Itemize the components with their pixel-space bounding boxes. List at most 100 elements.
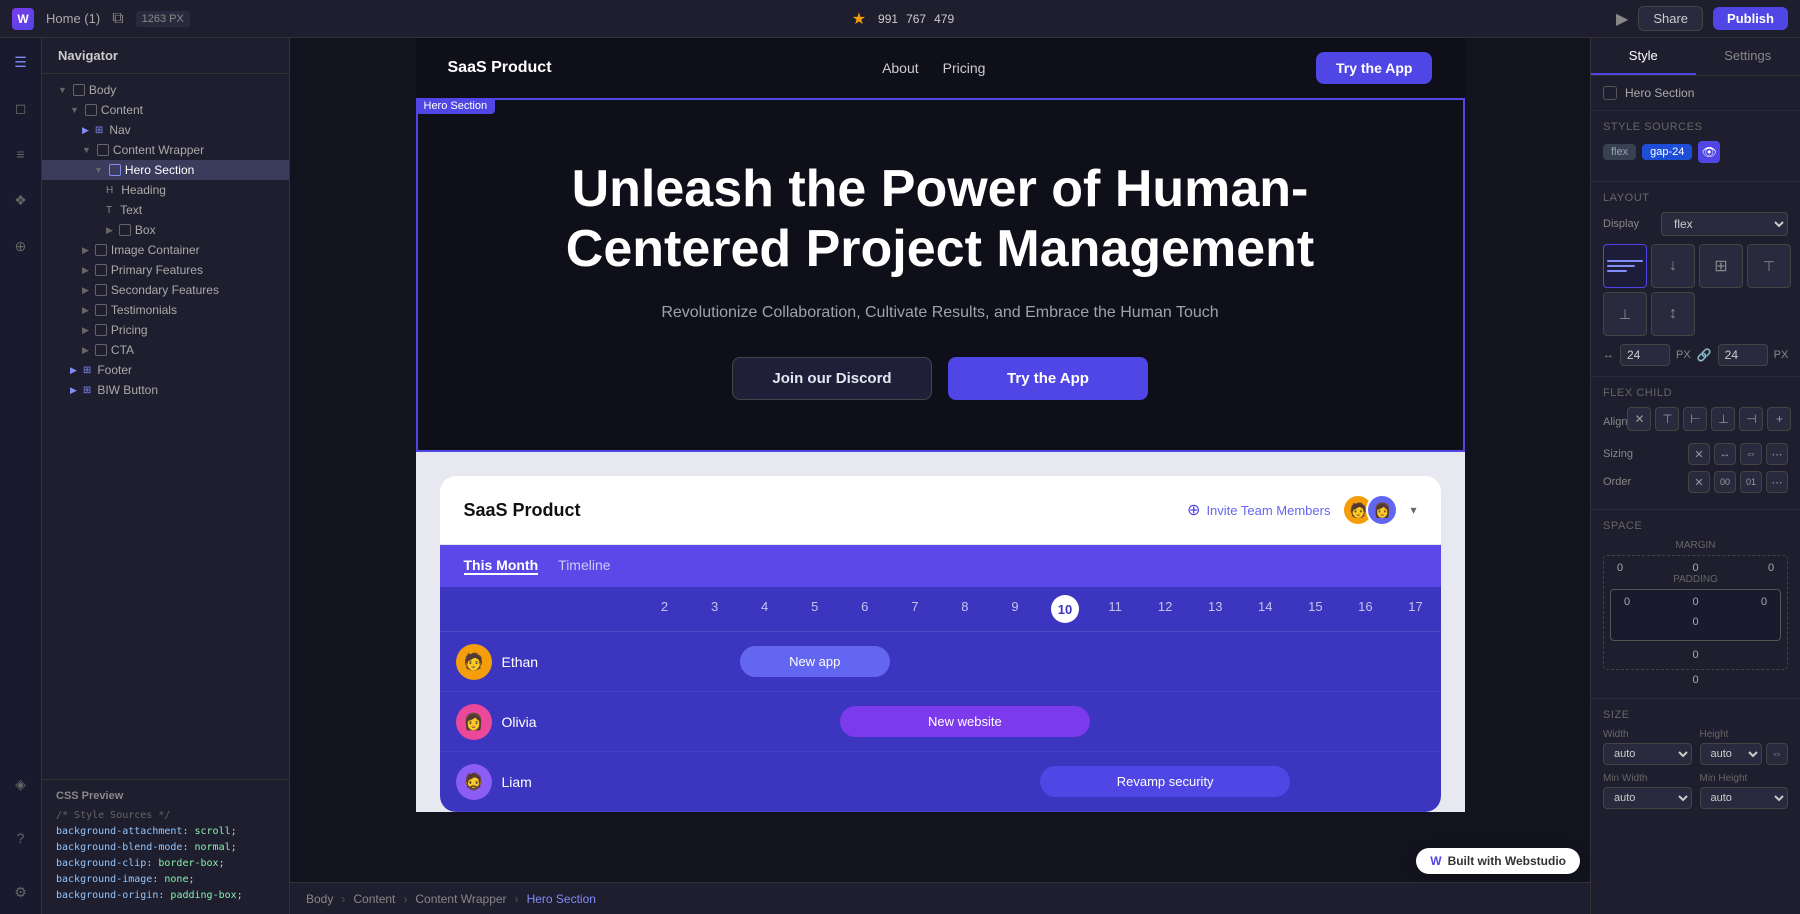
expand-icon[interactable]: ⇔ bbox=[1766, 743, 1788, 765]
flex-align-end[interactable]: ↕ bbox=[1651, 292, 1695, 336]
nav-cta-button[interactable]: Try the App bbox=[1316, 52, 1433, 84]
gap-x-input[interactable] bbox=[1620, 344, 1670, 366]
assets-icon[interactable]: ❖ bbox=[7, 186, 35, 214]
community-icon[interactable]: ◈ bbox=[7, 770, 35, 798]
tree-secondary-features[interactable]: ▶ Secondary Features bbox=[42, 280, 289, 300]
eye-button[interactable]: 👁 bbox=[1698, 141, 1720, 163]
pad-left-val[interactable]: 0 bbox=[1617, 596, 1637, 608]
height-select[interactable]: auto bbox=[1700, 743, 1763, 765]
flex-wrap[interactable]: ⊞ bbox=[1699, 244, 1743, 288]
tree-testimonials[interactable]: ▶ Testimonials bbox=[42, 300, 289, 320]
task-revamp-security[interactable]: Revamp security bbox=[1040, 766, 1290, 797]
components-icon[interactable]: ◻ bbox=[7, 94, 35, 122]
publish-button[interactable]: Publish bbox=[1713, 7, 1788, 30]
nav-link-about[interactable]: About bbox=[882, 60, 919, 76]
order-1-btn[interactable]: 00 bbox=[1714, 471, 1736, 493]
min-width-label: Min Width bbox=[1603, 773, 1692, 784]
help-icon[interactable]: ? bbox=[7, 824, 35, 852]
date-13: 13 bbox=[1190, 595, 1240, 623]
plugins-icon[interactable]: ⊕ bbox=[7, 232, 35, 260]
align-end-btn[interactable]: ⊥ bbox=[1711, 407, 1735, 431]
pad-right-val[interactable]: 0 bbox=[1754, 596, 1774, 608]
breadcrumb-body[interactable]: Body bbox=[306, 892, 333, 906]
link-icon[interactable]: 🔗 bbox=[1697, 348, 1712, 362]
nav-link-pricing[interactable]: Pricing bbox=[943, 60, 986, 76]
margin-bottom-val[interactable]: 0 bbox=[1692, 649, 1698, 661]
tree-pricing[interactable]: ▶ Pricing bbox=[42, 320, 289, 340]
tab-timeline[interactable]: Timeline bbox=[558, 557, 610, 575]
margin-outer-val[interactable]: 0 bbox=[1692, 674, 1698, 686]
min-width-select[interactable]: auto bbox=[1603, 787, 1692, 809]
flex-tag[interactable]: flex bbox=[1603, 144, 1636, 160]
display-select[interactable]: flex bbox=[1661, 212, 1788, 236]
flex-row-start[interactable] bbox=[1603, 244, 1647, 288]
min-height-select[interactable]: auto bbox=[1700, 787, 1789, 809]
tree-content-wrapper[interactable]: ▼ Content Wrapper bbox=[42, 140, 289, 160]
task-bar-new-app[interactable]: New app bbox=[740, 646, 890, 677]
tree-footer[interactable]: ▶ ⊞ Footer bbox=[42, 360, 289, 380]
pad-top-val[interactable]: 0 bbox=[1686, 596, 1706, 608]
tree-biw-button[interactable]: ▶ ⊞ BIW Button bbox=[42, 380, 289, 400]
tree-nav[interactable]: ▶ ⊞ Nav bbox=[42, 120, 289, 140]
tree-body[interactable]: ▼ Body bbox=[42, 80, 289, 100]
flex-col-align-start[interactable]: ⊤ bbox=[1747, 244, 1791, 288]
tree-body-label: Body bbox=[89, 83, 116, 97]
align-center-btn[interactable]: ⊢ bbox=[1683, 407, 1707, 431]
task-bar-new-website[interactable]: New website bbox=[840, 706, 1090, 737]
task-new-app[interactable]: New app bbox=[740, 646, 890, 677]
star-icon[interactable]: ★ bbox=[852, 9, 866, 29]
tree-heading[interactable]: H Heading bbox=[42, 180, 289, 200]
invite-team-button[interactable]: ⊕ Invite Team Members bbox=[1187, 500, 1330, 520]
align-x-btn[interactable]: ✕ bbox=[1627, 407, 1651, 431]
app-card: SaaS Product ⊕ Invite Team Members 🧑 👩 bbox=[440, 476, 1441, 812]
order-more-btn[interactable]: ⋯ bbox=[1766, 471, 1788, 493]
breadcrumb-content[interactable]: Content bbox=[353, 892, 395, 906]
share-button[interactable]: Share bbox=[1638, 6, 1703, 31]
order-x-btn[interactable]: ✕ bbox=[1688, 471, 1710, 493]
align-start-btn[interactable]: ⊤ bbox=[1655, 407, 1679, 431]
margin-top-val[interactable]: 0 bbox=[1686, 562, 1706, 574]
task-new-website[interactable]: New website bbox=[840, 706, 1090, 737]
margin-right-val[interactable]: 0 bbox=[1761, 562, 1781, 574]
order-2-btn[interactable]: 01 bbox=[1740, 471, 1762, 493]
discord-button[interactable]: Join our Discord bbox=[732, 357, 932, 400]
tree-text[interactable]: T Text bbox=[42, 200, 289, 220]
task-bar-revamp[interactable]: Revamp security bbox=[1040, 766, 1290, 797]
layers-icon[interactable]: ≡ bbox=[7, 140, 35, 168]
duplicate-icon[interactable]: ⧉ bbox=[112, 10, 123, 28]
tab-settings[interactable]: Settings bbox=[1696, 38, 1800, 75]
gap-y-input[interactable] bbox=[1718, 344, 1768, 366]
breadcrumb-hero[interactable]: Hero Section bbox=[527, 892, 596, 906]
chevron-down-icon[interactable]: ▾ bbox=[1410, 503, 1416, 517]
sizing-shrink-btn[interactable]: ↔ bbox=[1714, 443, 1736, 465]
ws-badge[interactable]: W Built with Webstudio bbox=[1416, 848, 1580, 874]
navigator-icon[interactable]: ☰ bbox=[7, 48, 35, 76]
try-app-button[interactable]: Try the App bbox=[948, 357, 1148, 400]
flex-align-center[interactable]: ⊥ bbox=[1603, 292, 1647, 336]
layout-section: Layout Display flex ↓ ⊞ ⊤ bbox=[1591, 182, 1800, 377]
margin-left-val[interactable]: 0 bbox=[1610, 562, 1630, 574]
tree-cta[interactable]: ▶ CTA bbox=[42, 340, 289, 360]
name-liam: Liam bbox=[502, 774, 532, 790]
hero-subtext: Revolutionize Collaboration, Cultivate R… bbox=[660, 300, 1220, 326]
tree-primary-features[interactable]: ▶ Primary Features bbox=[42, 260, 289, 280]
hero-checkbox[interactable] bbox=[1603, 86, 1617, 100]
breadcrumb-content-wrapper[interactable]: Content Wrapper bbox=[415, 892, 506, 906]
tree-image-container[interactable]: ▶ Image Container bbox=[42, 240, 289, 260]
tab-style[interactable]: Style bbox=[1591, 38, 1696, 75]
align-stretch-btn[interactable]: ⊣ bbox=[1739, 407, 1763, 431]
play-button[interactable]: ▶ bbox=[1616, 9, 1628, 29]
sizing-grow-btn[interactable]: ⇔ bbox=[1740, 443, 1762, 465]
sizing-more-btn[interactable]: ⋯ bbox=[1766, 443, 1788, 465]
width-select[interactable]: auto bbox=[1603, 743, 1692, 765]
gap-tag[interactable]: gap-24 bbox=[1642, 144, 1692, 160]
tree-box[interactable]: ▶ Box bbox=[42, 220, 289, 240]
sizing-x-btn[interactable]: ✕ bbox=[1688, 443, 1710, 465]
tree-content[interactable]: ▼ Content bbox=[42, 100, 289, 120]
settings-icon[interactable]: ⚙ bbox=[7, 878, 35, 906]
tab-this-month[interactable]: This Month bbox=[464, 557, 539, 575]
flex-col-down[interactable]: ↓ bbox=[1651, 244, 1695, 288]
tree-hero-section[interactable]: ▼ Hero Section bbox=[42, 160, 289, 180]
pad-bottom-val[interactable]: 0 bbox=[1692, 616, 1698, 628]
align-plus-btn[interactable]: + bbox=[1767, 407, 1791, 431]
